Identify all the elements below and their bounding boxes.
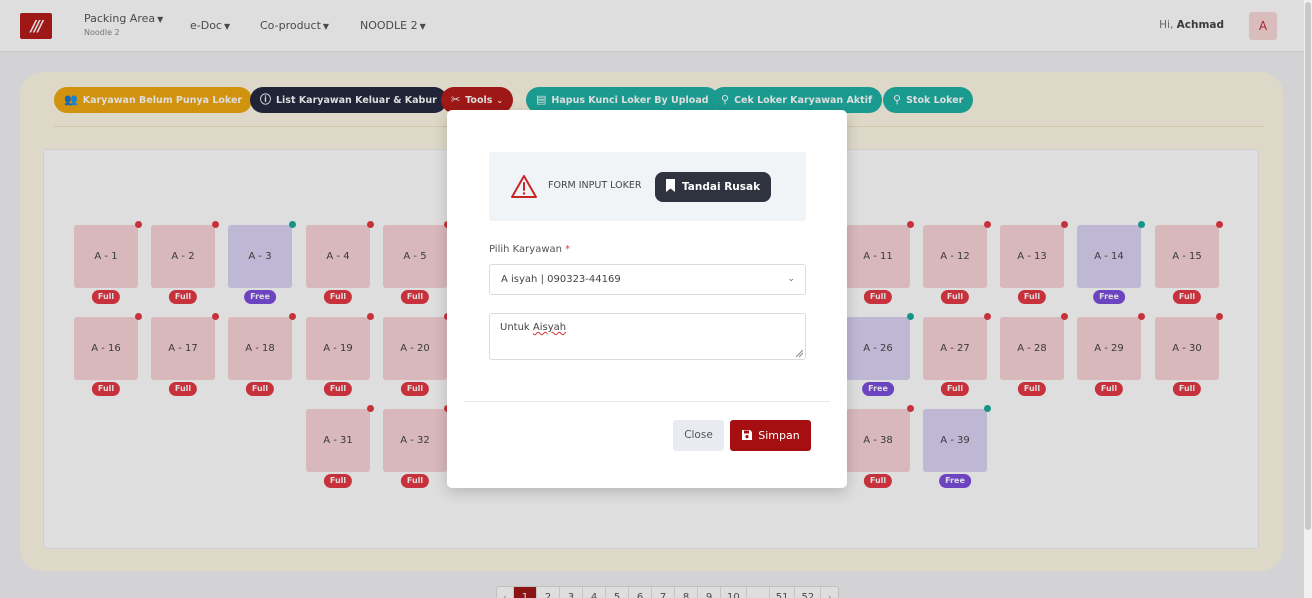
employee-select[interactable]: A isyah | 090323-44169 ⌄ <box>489 264 806 295</box>
modal-header-box: FORM INPUT LOKER Tandai Rusak <box>489 152 806 221</box>
employee-field-label: Pilih Karyawan * <box>489 244 570 255</box>
modal-title: FORM INPUT LOKER <box>548 180 642 191</box>
tandai-rusak-label: Tandai Rusak <box>682 181 761 193</box>
employee-select-value: A isyah | 090323-44169 <box>501 274 621 285</box>
scrollbar-thumb[interactable] <box>1305 2 1311 530</box>
tandai-rusak-button[interactable]: Tandai Rusak <box>655 172 772 202</box>
employee-field-label-text: Pilih Karyawan <box>489 244 562 255</box>
save-label: Simpan <box>758 429 800 442</box>
locker-input-modal: FORM INPUT LOKER Tandai Rusak Pilih Kary… <box>447 110 847 488</box>
chevron-down-icon: ⌄ <box>787 274 795 284</box>
resize-grip-icon[interactable] <box>796 350 803 357</box>
note-text-misspelled: Aisyah <box>532 322 567 333</box>
bookmark-icon <box>666 179 675 192</box>
floppy-disk-icon <box>742 430 753 440</box>
required-mark: * <box>565 244 571 255</box>
warning-icon <box>511 175 537 198</box>
note-text-prefix: Untuk <box>500 322 533 333</box>
close-button[interactable]: Close <box>673 420 724 451</box>
modal-footer-divider <box>464 401 830 402</box>
note-textarea[interactable]: Untuk Aisyah <box>489 313 806 360</box>
page-scrollbar[interactable] <box>1304 0 1312 598</box>
save-button[interactable]: Simpan <box>730 420 811 451</box>
